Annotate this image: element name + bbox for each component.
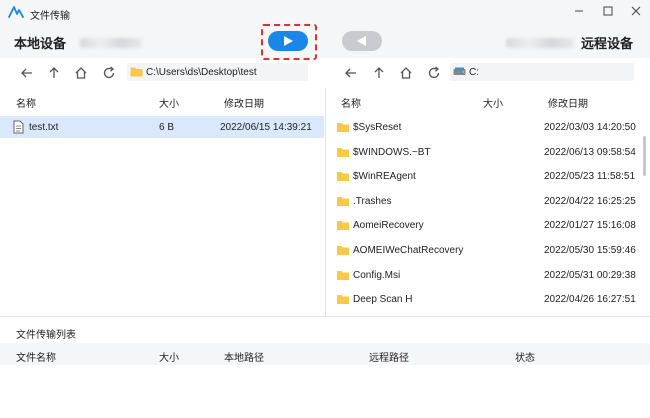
table-row[interactable]: Deep Scan H 2022/04/26 16:27:51: [327, 288, 643, 310]
text-file-icon: [13, 120, 24, 134]
file-modified: 2022/03/03 14:20:50: [544, 122, 636, 133]
remote-column-header: 名称 大小 修改日期: [327, 92, 650, 110]
local-path-field[interactable]: C:\Users\ds\Desktop\test: [127, 63, 308, 81]
transfer-list-header: 文件名称 大小 本地路径 远程路径 状态: [0, 343, 650, 365]
file-modified: 2022/05/30 15:59:46: [544, 245, 636, 256]
file-name: AOMEIWeChatRecovery: [353, 245, 464, 256]
column-name[interactable]: 名称: [341, 95, 361, 110]
refresh-icon[interactable]: [102, 66, 116, 80]
column-size[interactable]: 大小: [159, 349, 179, 364]
file-modified: 2022/06/13 09:58:54: [544, 147, 636, 158]
column-file-name[interactable]: 文件名称: [16, 349, 56, 364]
play-left-icon: [357, 36, 366, 46]
minimize-button[interactable]: [572, 4, 586, 18]
file-size: 6 B: [159, 122, 175, 133]
close-button[interactable]: [629, 4, 643, 18]
file-modified: 2022/04/26 16:27:51: [544, 294, 636, 305]
column-modified[interactable]: 修改日期: [548, 95, 588, 110]
table-row[interactable]: AOMEIWeChatRecovery 2022/05/30 15:59:46: [327, 239, 643, 261]
column-status[interactable]: 状态: [515, 349, 535, 364]
folder-icon: [337, 148, 349, 157]
column-modified[interactable]: 修改日期: [224, 95, 264, 110]
back-arrow-icon[interactable]: [344, 66, 358, 80]
file-name: Config.Msi: [353, 270, 401, 281]
local-column-header: 名称 大小 修改日期: [0, 92, 324, 110]
refresh-icon[interactable]: [427, 66, 441, 80]
table-row[interactable]: AomeiRecovery 2022/01/27 15:16:08: [327, 214, 643, 236]
table-row[interactable]: $SysReset 2022/03/03 14:20:50: [327, 116, 643, 138]
file-modified: 2022/01/27 15:16:08: [544, 220, 636, 231]
remote-device-name-redacted: [506, 38, 574, 48]
up-arrow-icon[interactable]: [47, 66, 61, 80]
device-bar: 本地设备 远程设备: [0, 26, 650, 58]
window-title: 文件传输: [30, 11, 70, 22]
panel-divider[interactable]: [325, 88, 326, 316]
column-remote-path[interactable]: 远程路径: [369, 349, 409, 364]
column-size[interactable]: 大小: [159, 95, 179, 110]
remote-list-scrollbar[interactable]: [643, 136, 646, 176]
remote-device-label: 远程设备: [581, 36, 634, 51]
up-arrow-icon[interactable]: [372, 66, 386, 80]
maximize-button[interactable]: [601, 4, 615, 18]
app-logo-icon: [8, 6, 24, 18]
transfer-list-panel: 文件传输列表 文件名称 大小 本地路径 远程路径 状态: [0, 316, 650, 418]
file-name: $WinREAgent: [353, 171, 416, 182]
file-name: Deep Scan H: [353, 294, 413, 305]
home-icon[interactable]: [399, 66, 413, 80]
table-row[interactable]: Config.Msi 2022/05/31 00:29:38: [327, 264, 643, 286]
file-modified: 2022/05/31 00:29:38: [544, 270, 636, 281]
local-device-label: 本地设备: [14, 36, 67, 51]
file-name: .Trashes: [353, 196, 392, 207]
local-path-text: C:\Users\ds\Desktop\test: [146, 67, 257, 78]
table-row[interactable]: .Trashes 2022/04/22 16:25:25: [327, 190, 643, 212]
close-icon: [631, 6, 641, 16]
title-bar: 文件传输: [0, 0, 650, 26]
file-name: AomeiRecovery: [353, 220, 424, 231]
file-modified: 2022/06/15 14:39:21: [220, 122, 312, 133]
local-navbar: C:\Users\ds\Desktop\test: [0, 58, 324, 88]
table-row[interactable]: test.txt 6 B 2022/06/15 14:39:21: [0, 116, 324, 138]
transfer-list-title: 文件传输列表: [16, 330, 76, 341]
back-arrow-icon[interactable]: [20, 66, 34, 80]
minimize-icon: [575, 10, 583, 12]
folder-icon: [337, 271, 349, 280]
file-name: test.txt: [29, 122, 59, 133]
folder-icon: [337, 172, 349, 181]
folder-icon: [337, 295, 349, 304]
folder-icon: [130, 67, 143, 77]
play-right-icon: [284, 36, 293, 46]
file-name: $SysReset: [353, 122, 402, 133]
table-row[interactable]: $WinREAgent 2022/05/23 11:58:51: [327, 165, 643, 187]
column-size[interactable]: 大小: [483, 95, 503, 110]
home-icon[interactable]: [74, 66, 88, 80]
maximize-icon: [603, 6, 613, 16]
table-row[interactable]: $WINDOWS.~BT 2022/06/13 09:58:54: [327, 141, 643, 163]
file-modified: 2022/04/22 16:25:25: [544, 196, 636, 207]
column-name[interactable]: 名称: [16, 95, 36, 110]
local-device-name-redacted: [80, 38, 142, 48]
folder-icon: [337, 221, 349, 230]
remote-path-text: C:: [469, 67, 479, 78]
column-local-path[interactable]: 本地路径: [224, 349, 264, 364]
file-modified: 2022/05/23 11:58:51: [544, 171, 636, 182]
remote-path-field[interactable]: C:: [450, 63, 634, 81]
drive-icon: [453, 67, 466, 75]
remote-navbar: C:: [327, 58, 650, 88]
folder-icon: [337, 197, 349, 206]
folder-icon: [337, 246, 349, 255]
send-to-remote-button[interactable]: [268, 31, 308, 51]
folder-icon: [337, 123, 349, 132]
receive-from-remote-button[interactable]: [342, 31, 382, 51]
file-name: $WINDOWS.~BT: [353, 147, 431, 158]
